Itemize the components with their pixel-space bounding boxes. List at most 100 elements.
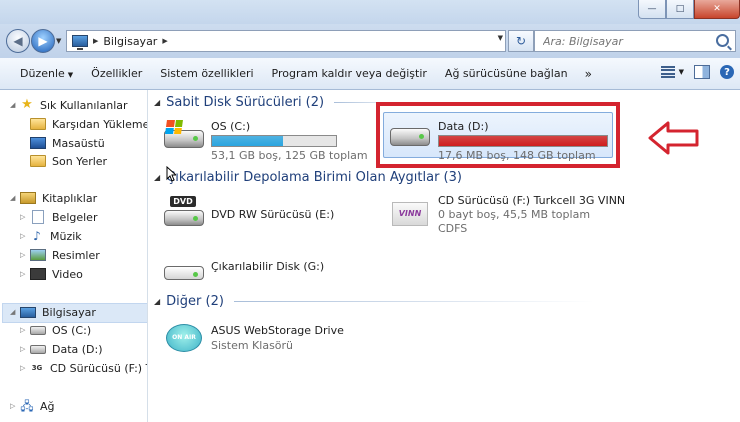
drive-f-filesystem: CDFS — [438, 222, 468, 235]
collapse-arrow-icon[interactable]: ◢ — [10, 101, 20, 109]
nav-recent-places[interactable]: Son Yerler — [30, 152, 107, 170]
more-commands-button[interactable]: » — [577, 67, 600, 81]
group-header-removable[interactable]: ◢ Çıkarılabilir Depolama Birimi Olan Ayg… — [154, 170, 462, 185]
uninstall-program-button[interactable]: Program kaldır veya değiştir — [263, 67, 436, 80]
drive-c-info: 53,1 GB boş, 125 GB toplam — [211, 149, 368, 162]
view-dropdown-icon[interactable]: ▼ — [679, 68, 684, 76]
search-icon[interactable] — [716, 34, 729, 47]
expand-arrow-icon[interactable]: ▷ — [20, 345, 30, 353]
expand-arrow-icon[interactable]: ▷ — [20, 251, 30, 259]
arrow-left-icon: ◀ — [13, 34, 23, 48]
network-icon: 🖧 — [20, 399, 34, 413]
forward-button[interactable]: ▶ — [31, 29, 55, 53]
nav-network-label: Ağ — [40, 399, 55, 413]
nav-videos-label: Video — [52, 267, 83, 281]
address-bar[interactable]: ▶ Bilgisayar ▶ ▼ — [66, 30, 506, 52]
drive-tile-f[interactable]: VINN CD Sürücüsü (F:) Turkcell 3G VINN 0… — [388, 194, 628, 238]
nav-favorites-label: Sık Kullanılanlar — [40, 98, 128, 112]
collapse-arrow-icon[interactable]: ◢ — [154, 173, 160, 182]
documents-icon — [32, 210, 44, 224]
breadcrumb-computer[interactable]: Bilgisayar — [103, 35, 157, 48]
drive-tile-c[interactable]: OS (C:) 53,1 GB boş, 125 GB toplam — [162, 120, 372, 164]
nav-libraries[interactable]: ◢ Kitaplıklar — [10, 189, 97, 207]
expand-arrow-icon[interactable]: ▷ — [20, 232, 30, 240]
collapse-arrow-icon[interactable]: ◢ — [10, 308, 20, 316]
minimize-button[interactable]: — — [638, 0, 666, 19]
map-network-drive-button[interactable]: Ağ sürücüsüne bağlan — [436, 67, 577, 80]
drive-d-icon — [30, 344, 46, 354]
nav-music-label: Müzik — [50, 229, 82, 243]
windows-logo-icon — [165, 120, 183, 134]
address-row: ◀ ▶ ▼ ▶ Bilgisayar ▶ ▼ ↻ — [0, 24, 740, 58]
nav-computer-label: Bilgisayar — [42, 305, 96, 319]
video-icon — [30, 268, 46, 280]
nav-music[interactable]: ▷ ♪ Müzik — [20, 227, 82, 245]
drive-c-name: OS (C:) — [211, 120, 251, 133]
nav-drive-f-label: CD Sürücüsü (F:) Turkcell 3G VINN — [50, 361, 147, 375]
nav-drive-c[interactable]: ▷ OS (C:) — [20, 321, 91, 339]
properties-button[interactable]: Özellikler — [82, 67, 151, 80]
group-title-hdd: Sabit Disk Sürücüleri (2) — [166, 95, 325, 110]
collapse-arrow-icon[interactable]: ◢ — [154, 297, 160, 306]
drive-tile-g[interactable]: Çıkarılabilir Disk (G:) — [162, 252, 372, 288]
expand-arrow-icon[interactable]: ▷ — [20, 364, 30, 372]
dvd-logo-icon: DVD — [170, 196, 196, 207]
preview-pane-icon[interactable] — [694, 65, 710, 79]
group-title-other: Diğer (2) — [166, 294, 224, 309]
maximize-button[interactable]: □ — [666, 0, 694, 19]
on-air-logo-icon: ON AIR — [166, 324, 202, 352]
recent-pages-dropdown[interactable]: ▼ — [56, 37, 61, 45]
back-button[interactable]: ◀ — [6, 29, 30, 53]
nav-computer[interactable]: ◢ Bilgisayar — [10, 303, 96, 321]
red-arrow-annotation-icon — [648, 121, 699, 155]
asus-webstorage-name: ASUS WebStorage Drive — [211, 324, 344, 337]
expand-arrow-icon[interactable]: ▷ — [20, 326, 30, 334]
search-input[interactable] — [541, 33, 715, 49]
system-properties-button[interactable]: Sistem özellikleri — [151, 67, 262, 80]
nav-favorites[interactable]: ◢ ★ Sık Kullanılanlar — [10, 96, 128, 114]
removable-disk-icon — [162, 252, 204, 286]
organize-button[interactable]: Düzenle ▼ — [0, 67, 82, 80]
view-options-icon[interactable] — [660, 65, 675, 79]
help-icon[interactable]: ? — [720, 65, 734, 79]
title-bar: — □ ✕ — [0, 0, 740, 24]
asus-webstorage-tile[interactable]: ON AIR ASUS WebStorage Drive Sistem Klas… — [162, 320, 382, 360]
expand-arrow-icon[interactable]: ▷ — [20, 270, 30, 278]
drive-f-name: CD Sürücüsü (F:) Turkcell 3G VINN — [438, 194, 626, 207]
search-box[interactable] — [534, 30, 736, 52]
breadcrumb-chevron-icon[interactable]: ▶ — [162, 37, 167, 45]
address-history-dropdown[interactable]: ▼ — [498, 34, 503, 42]
drive-dvd-name: DVD RW Sürücüsü (E:) — [211, 208, 335, 221]
expand-arrow-icon[interactable]: ▷ — [10, 402, 20, 410]
drive-f-info: 0 bayt boş, 45,5 MB toplam — [438, 208, 591, 221]
close-button[interactable]: ✕ — [694, 0, 740, 19]
desktop-icon — [30, 137, 46, 149]
vinn-logo-icon: VINN — [392, 202, 428, 226]
nav-documents[interactable]: ▷ Belgeler — [20, 208, 97, 226]
arrow-right-icon: ▶ — [38, 34, 48, 48]
nav-drive-d[interactable]: ▷ Data (D:) — [20, 340, 103, 358]
collapse-arrow-icon[interactable]: ◢ — [10, 194, 20, 202]
breadcrumb-chevron-icon[interactable]: ▶ — [93, 37, 98, 45]
expand-arrow-icon[interactable]: ▷ — [20, 213, 30, 221]
nav-pictures[interactable]: ▷ Resimler — [20, 246, 100, 264]
nav-videos[interactable]: ▷ Video — [20, 265, 83, 283]
drive-g-name: Çıkarılabilir Disk (G:) — [211, 260, 325, 273]
nav-desktop[interactable]: Masaüstü — [30, 134, 105, 152]
drive-tile-dvd[interactable]: DVD DVD RW Sürücüsü (E:) — [162, 194, 372, 234]
nav-drive-d-label: Data (D:) — [52, 342, 103, 356]
star-icon: ★ — [21, 97, 33, 112]
refresh-button[interactable]: ↻ — [508, 30, 534, 52]
nav-downloads[interactable]: Karşıdan Yüklemeler — [30, 115, 147, 133]
nav-documents-label: Belgeler — [52, 210, 98, 224]
refresh-icon: ↻ — [515, 34, 527, 48]
chevron-down-icon: ▼ — [67, 71, 74, 79]
computer-icon — [20, 306, 36, 318]
group-header-other[interactable]: ◢ Diğer (2) — [154, 294, 594, 309]
group-divider — [233, 301, 594, 302]
collapse-arrow-icon[interactable]: ◢ — [154, 98, 160, 107]
pictures-icon — [30, 249, 46, 261]
nav-drive-f[interactable]: ▷ 3G CD Sürücüsü (F:) Turkcell 3G VINN — [20, 359, 147, 377]
nav-network[interactable]: ▷ 🖧 Ağ — [10, 397, 55, 415]
mouse-cursor-icon — [166, 166, 176, 182]
